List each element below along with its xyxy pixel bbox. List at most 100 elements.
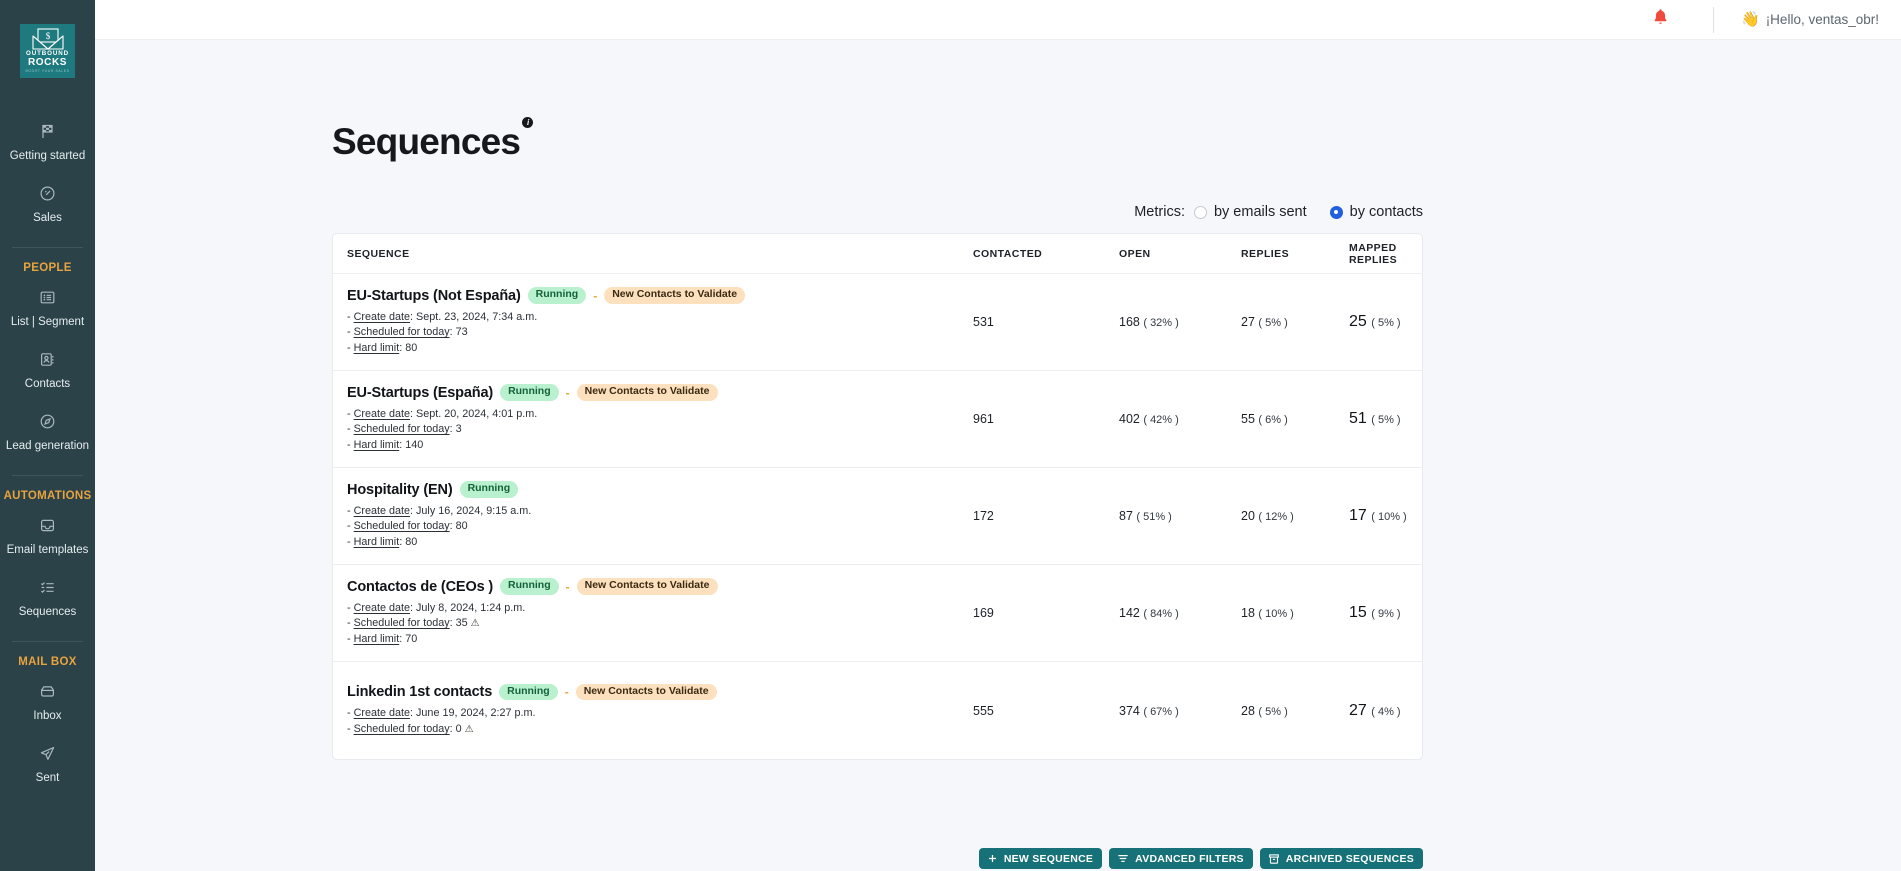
scheduled-label[interactable]: Scheduled for today	[354, 723, 450, 735]
logo-line-2: ROCKS	[27, 56, 68, 68]
replies-percent: ( 5% )	[1258, 317, 1288, 329]
scheduled-value: : 73	[449, 326, 468, 339]
sidebar-divider	[12, 247, 83, 249]
mapped-replies-cell: 25 ( 5% )	[1349, 313, 1422, 331]
create-date-label[interactable]: Create date	[354, 408, 410, 420]
outbound-rocks-logo[interactable]: $ OUTBOUND ROCKS BOOST YOUR SALES	[20, 24, 75, 78]
hard-limit-label[interactable]: Hard limit	[354, 439, 400, 451]
sidebar-item-label: Contacts	[24, 377, 71, 390]
contacted-cell: 961	[973, 410, 1119, 428]
checklist-icon	[39, 579, 56, 601]
replies-cell: 27 ( 5% )	[1241, 313, 1349, 331]
sidebar-item-label: Sequences	[18, 605, 77, 618]
archived-sequences-button[interactable]: ARCHIVED SEQUENCES	[1259, 848, 1423, 869]
metric-option-by-emails-sent[interactable]: by emails sent	[1193, 204, 1307, 220]
sequence-name[interactable]: EU-Startups (Not España)	[347, 288, 521, 304]
status-badge: Running	[499, 683, 558, 701]
sidebar-item-email-templates[interactable]: Email templates	[0, 506, 95, 568]
sequence-name[interactable]: EU-Startups (España)	[347, 385, 493, 401]
new-sequence-button[interactable]: NEW SEQUENCE	[978, 848, 1103, 869]
create-date-label[interactable]: Create date	[354, 311, 410, 323]
meta-scheduled-today: - Scheduled for today: 3	[347, 423, 462, 436]
validate-badge[interactable]: New Contacts to Validate	[575, 683, 717, 701]
filter-icon	[1118, 854, 1128, 863]
column-header-sequence: SEQUENCE	[347, 247, 410, 260]
greeting-text: ¡Hello, ventas_obr!	[1765, 12, 1879, 27]
create-date-label[interactable]: Create date	[354, 602, 410, 614]
meta-scheduled-today: - Scheduled for today: 80	[347, 520, 468, 533]
table-row[interactable]: Contactos de (CEOs ) Running - New Contacts…	[333, 565, 1422, 662]
validate-badge[interactable]: New Contacts to Validate	[604, 287, 746, 304]
replies-value: 28 ( 5% )	[1241, 703, 1288, 718]
create-date-label[interactable]: Create date	[354, 505, 410, 517]
create-date-label[interactable]: Create date	[354, 707, 410, 719]
hard-limit-value: : 80	[399, 342, 418, 355]
contacted-cell: 555	[973, 702, 1119, 720]
sidebar-divider	[12, 641, 83, 643]
open-percent: ( 84% )	[1143, 608, 1179, 620]
hard-limit-label[interactable]: Hard limit	[354, 633, 400, 645]
validate-badge[interactable]: New Contacts to Validate	[576, 578, 718, 595]
sidebar-item-inbox[interactable]: Inbox	[0, 672, 95, 734]
logo-container[interactable]: $ OUTBOUND ROCKS BOOST YOUR SALES	[0, 0, 95, 78]
metric-option-by-contacts[interactable]: by contacts	[1329, 204, 1423, 220]
mapped-replies-value: 15 ( 9% )	[1349, 604, 1401, 621]
sidebar-item-list-segment[interactable]: List | Segment	[0, 278, 95, 340]
contact-card-icon	[39, 351, 56, 373]
sidebar-group-people: PEOPLE	[23, 262, 72, 275]
scheduled-value: : 35	[449, 617, 468, 630]
create-date-value: : Sept. 20, 2024, 4:01 p.m.	[410, 407, 538, 420]
sidebar-group-automations: AUTOMATIONS	[3, 490, 92, 503]
sequence-name[interactable]: Linkedin 1st contacts	[347, 684, 492, 700]
advanced-filters-button[interactable]: AVDANCED FILTERS	[1109, 848, 1253, 869]
sidebar-item-label: List | Segment	[10, 316, 85, 329]
replies-value: 55 ( 6% )	[1241, 412, 1288, 426]
sidebar-item-sent[interactable]: Sent	[0, 734, 95, 796]
metrics-toggle-row: Metrics: by emails sent by contacts	[95, 204, 1901, 220]
sidebar-item-contacts[interactable]: Contacts	[0, 340, 95, 402]
open-percent: ( 32% )	[1143, 317, 1179, 329]
hard-limit-label[interactable]: Hard limit	[354, 536, 400, 548]
replies-cell: 28 ( 5% )	[1241, 702, 1349, 720]
hard-limit-label[interactable]: Hard limit	[354, 342, 400, 354]
sidebar-item-lead-generation[interactable]: Lead generation	[0, 402, 95, 464]
badge-separator: -	[564, 684, 569, 699]
scheduled-label[interactable]: Scheduled for today	[354, 520, 450, 532]
sidebar-item-getting-started[interactable]: Getting started	[0, 112, 95, 174]
sidebar-divider	[12, 475, 83, 477]
mapped-replies-value: 25 ( 5% )	[1349, 313, 1401, 330]
table-row[interactable]: Hospitality (EN) Running - Create date: Ju…	[333, 468, 1422, 565]
table-row[interactable]: EU-Startups (Not España) Running - New Cont…	[333, 274, 1422, 371]
status-badge: Running	[500, 578, 559, 595]
sidebar-item-sequences[interactable]: Sequences	[0, 568, 95, 630]
radio-by-contacts[interactable]	[1329, 205, 1343, 219]
info-icon[interactable]: i	[522, 117, 534, 128]
validate-badge[interactable]: New Contacts to Validate	[576, 384, 718, 401]
replies-percent: ( 6% )	[1258, 414, 1288, 426]
radio-by-emails-sent[interactable]	[1193, 205, 1207, 219]
user-greeting[interactable]: 👋 ¡Hello, ventas_obr!	[1741, 12, 1879, 27]
mapped-replies-value: 17 ( 10% )	[1349, 507, 1407, 524]
table-row[interactable]: Linkedin 1st contacts Running - New Contact…	[333, 662, 1422, 759]
sequence-name[interactable]: Hospitality (EN)	[347, 482, 453, 498]
mapped-replies-percent: ( 9% )	[1371, 608, 1401, 620]
open-cell: 402 ( 42% )	[1119, 410, 1241, 428]
warning-icon: ⚠	[464, 723, 474, 735]
contacted-cell: 531	[973, 313, 1119, 331]
create-date-value: : Sept. 23, 2024, 7:34 a.m.	[410, 310, 538, 323]
notification-bell-icon[interactable]	[1652, 8, 1669, 31]
archived-sequences-label: ARCHIVED SEQUENCES	[1285, 852, 1414, 865]
open-value: 374 ( 67% )	[1119, 703, 1179, 718]
sidebar-item-label: Getting started	[9, 150, 86, 162]
sequence-name[interactable]: Contactos de (CEOs )	[347, 579, 493, 595]
status-badge: Running	[459, 481, 519, 498]
scheduled-label[interactable]: Scheduled for today	[354, 326, 450, 338]
status-badge: Running	[527, 287, 587, 304]
scheduled-label[interactable]: Scheduled for today	[354, 617, 450, 629]
mapped-replies-percent: ( 4% )	[1371, 705, 1401, 718]
archive-box-icon	[1268, 853, 1279, 864]
scheduled-label[interactable]: Scheduled for today	[354, 423, 450, 435]
sidebar-item-sales[interactable]: Sales	[0, 174, 95, 236]
meta-create-date: - Create date: June 19, 2024, 2:27 p.m.	[347, 707, 536, 720]
table-row[interactable]: EU-Startups (España) Running - New Contacts…	[333, 371, 1422, 468]
